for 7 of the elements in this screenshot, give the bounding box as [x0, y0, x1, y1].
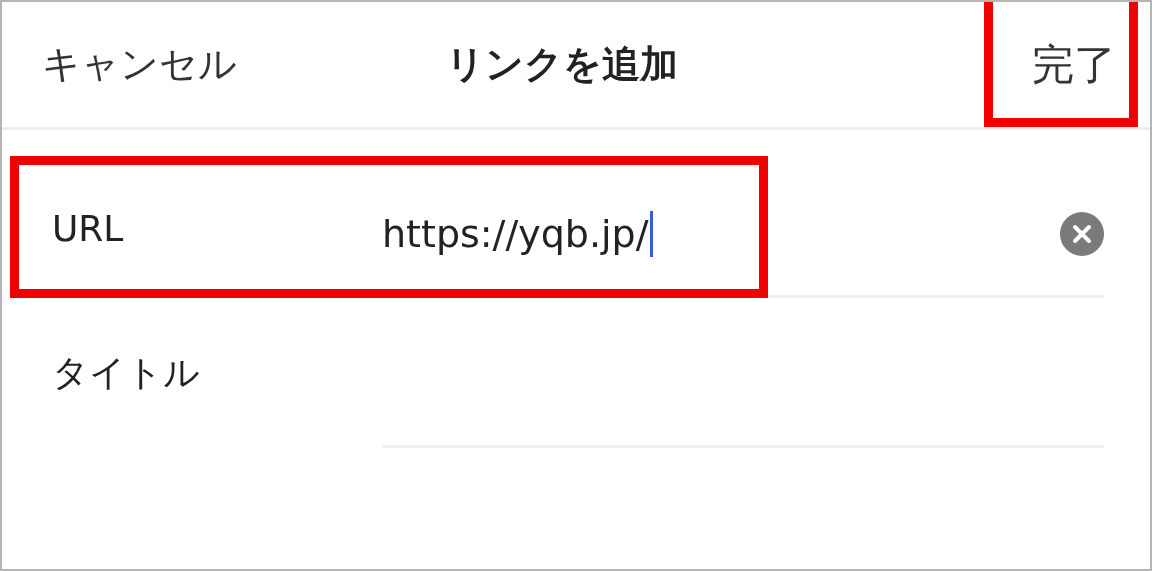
clear-icon[interactable] [1060, 211, 1104, 256]
field-label: タイトル [52, 350, 201, 395]
dialog-title: リンクを追加 [445, 41, 679, 88]
done-button[interactable]: 完了 [1022, 36, 1126, 93]
cancel-button[interactable]: キャンセル [42, 39, 432, 90]
field-label: URL [52, 207, 125, 249]
text-field[interactable]: https://yqb.jp/ [382, 158, 1104, 298]
